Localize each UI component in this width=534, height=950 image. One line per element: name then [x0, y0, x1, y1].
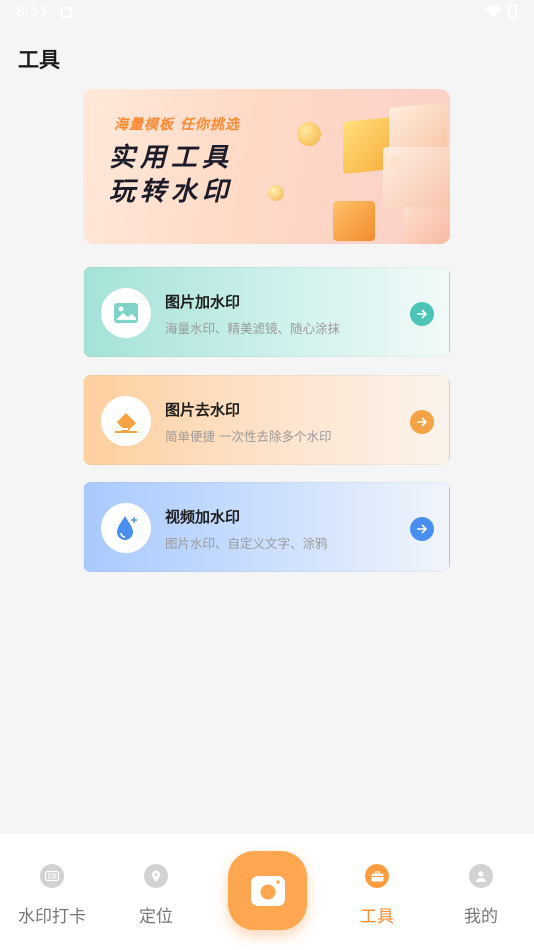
camera-icon — [250, 875, 285, 906]
notification-icon — [61, 7, 72, 18]
tool-card-remove-image-watermark[interactable]: 图片去水印 简单便捷 一次性去除多个水印 — [83, 375, 450, 465]
banner-decoration — [268, 185, 284, 201]
banner-decoration — [403, 207, 450, 244]
wifi-icon — [484, 5, 502, 18]
tab-label: 水印打卡 — [18, 907, 86, 927]
arrow-right-icon[interactable] — [410, 517, 434, 541]
tab-label: 我的 — [464, 907, 498, 927]
card-description: 海量水印、精美滤镜、随心涂抹 — [165, 321, 341, 336]
promo-banner[interactable]: 海量模板 任你挑选 实用工具 玩转水印 — [83, 89, 450, 244]
tab-location[interactable]: 定位 — [104, 834, 208, 950]
location-pin-icon — [144, 864, 168, 888]
card-title: 图片加水印 — [165, 293, 241, 311]
tab-label: 工具 — [360, 907, 394, 927]
arrow-right-icon[interactable] — [410, 410, 434, 434]
tab-profile[interactable]: 我的 — [429, 834, 533, 950]
tab-tools[interactable]: 工具 — [325, 834, 429, 950]
banner-subtitle: 海量模板 任你挑选 — [114, 117, 240, 133]
card-title: 图片去水印 — [165, 401, 241, 419]
page-title: 工具 — [18, 48, 60, 72]
status-bar: 8:53 — [0, 0, 534, 26]
bottom-tab-bar: 水印打卡 定位 工具 我的 — [0, 834, 534, 950]
tool-card-add-video-watermark[interactable]: 视频加水印 图片水印、自定义文字、涂鸦 — [83, 482, 450, 572]
tab-label: 定位 — [139, 907, 173, 927]
tool-card-add-image-watermark[interactable]: 图片加水印 海量水印、精美滤镜、随心涂抹 — [83, 267, 450, 357]
person-icon — [469, 864, 493, 888]
watermark-stamp-icon — [40, 864, 64, 888]
status-time: 8:53 — [16, 4, 48, 20]
battery-icon — [508, 4, 517, 19]
water-drop-icon — [101, 503, 151, 553]
card-description: 简单便捷 一次性去除多个水印 — [165, 429, 332, 444]
banner-headline-2: 玩转水印 — [109, 177, 234, 207]
image-icon — [101, 288, 151, 338]
tab-watermark-checkin[interactable]: 水印打卡 — [0, 834, 104, 950]
eraser-icon — [101, 396, 151, 446]
card-title: 视频加水印 — [165, 508, 241, 526]
banner-decoration — [383, 147, 450, 209]
camera-button[interactable] — [228, 851, 307, 930]
toolbox-icon — [365, 864, 389, 888]
banner-decoration — [333, 201, 375, 241]
banner-headline-1: 实用工具 — [109, 143, 234, 173]
banner-decoration — [297, 122, 321, 146]
arrow-right-icon[interactable] — [410, 302, 434, 326]
card-description: 图片水印、自定义文字、涂鸦 — [165, 536, 328, 551]
